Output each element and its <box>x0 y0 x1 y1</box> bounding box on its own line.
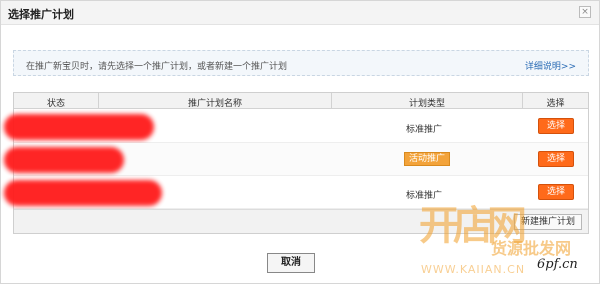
table-row: 活动推广 选择 <box>4 143 588 176</box>
select-button[interactable]: 选择 <box>538 118 574 134</box>
cancel-button[interactable]: 取消 <box>267 253 315 273</box>
watermark-url: WWW.KAIIAN.CN <box>421 263 526 276</box>
header-status: 状态 <box>46 99 65 109</box>
redacted-plan-name <box>4 147 124 173</box>
info-notice: 在推广新宝贝时，请先选择一个推广计划，或者新建一个推广计划 详细说明>> <box>13 50 589 76</box>
watermark: 开店网 货源批发网 WWW.KAIIAN.CN 6pf.cn <box>411 191 600 284</box>
plan-type-badge: 活动推广 <box>404 152 451 166</box>
dialog-titlebar: 选择推广计划 × <box>1 1 599 25</box>
header-plan-type: 计划类型 <box>408 99 445 109</box>
plan-type-label: 标准推广 <box>406 125 443 135</box>
redacted-plan-name <box>4 114 154 140</box>
close-icon[interactable]: × <box>579 6 591 18</box>
watermark-subtitle: 货源批发网 <box>491 239 572 258</box>
redacted-plan-name <box>4 180 162 206</box>
watermark-url-secondary: 6pf.cn <box>537 257 578 272</box>
header-plan-name: 推广计划名称 <box>187 99 242 109</box>
details-link[interactable]: 详细说明>> <box>525 59 576 72</box>
select-plan-dialog: 选择推广计划 × 在推广新宝贝时，请先选择一个推广计划，或者新建一个推广计划 详… <box>0 0 600 284</box>
table-row: 标准推广 选择 <box>4 110 588 143</box>
notice-text: 在推广新宝贝时，请先选择一个推广计划，或者新建一个推广计划 <box>26 62 288 72</box>
header-select: 选择 <box>546 99 565 109</box>
select-button[interactable]: 选择 <box>538 151 574 167</box>
table-header: 状态 推广计划名称 计划类型 选择 <box>14 93 588 109</box>
dialog-title: 选择推广计划 <box>8 8 74 21</box>
